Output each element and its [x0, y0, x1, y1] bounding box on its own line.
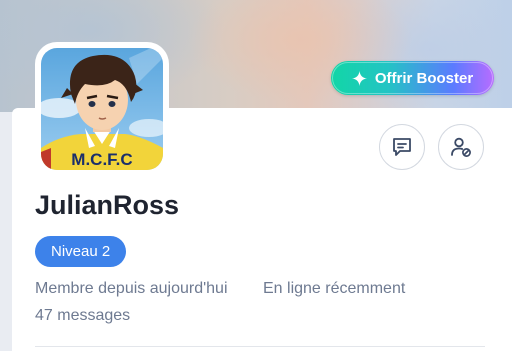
block-user-button[interactable]	[438, 124, 484, 170]
avatar-shirt-text: M.C.F.C	[71, 150, 132, 169]
send-message-button[interactable]	[379, 124, 425, 170]
offer-booster-label: Offrir Booster	[374, 69, 474, 87]
messages-count: 47 messages	[35, 307, 131, 324]
online-status: En ligne récemment	[263, 280, 406, 297]
sparkle-icon	[351, 70, 367, 86]
offer-booster-button[interactable]: Offrir Booster	[331, 61, 494, 95]
avatar[interactable]: M.C.F.C	[41, 48, 163, 170]
avatar-frame: M.C.F.C	[35, 42, 169, 176]
member-since: Membre depuis aujourd'hui	[35, 280, 228, 297]
avatar-image: M.C.F.C	[41, 48, 163, 170]
divider	[35, 346, 485, 347]
level-badge: Niveau 2	[35, 236, 127, 267]
username: JulianRoss	[35, 190, 180, 220]
chat-bubble-icon	[393, 138, 411, 156]
user-blocked-icon	[451, 137, 471, 157]
